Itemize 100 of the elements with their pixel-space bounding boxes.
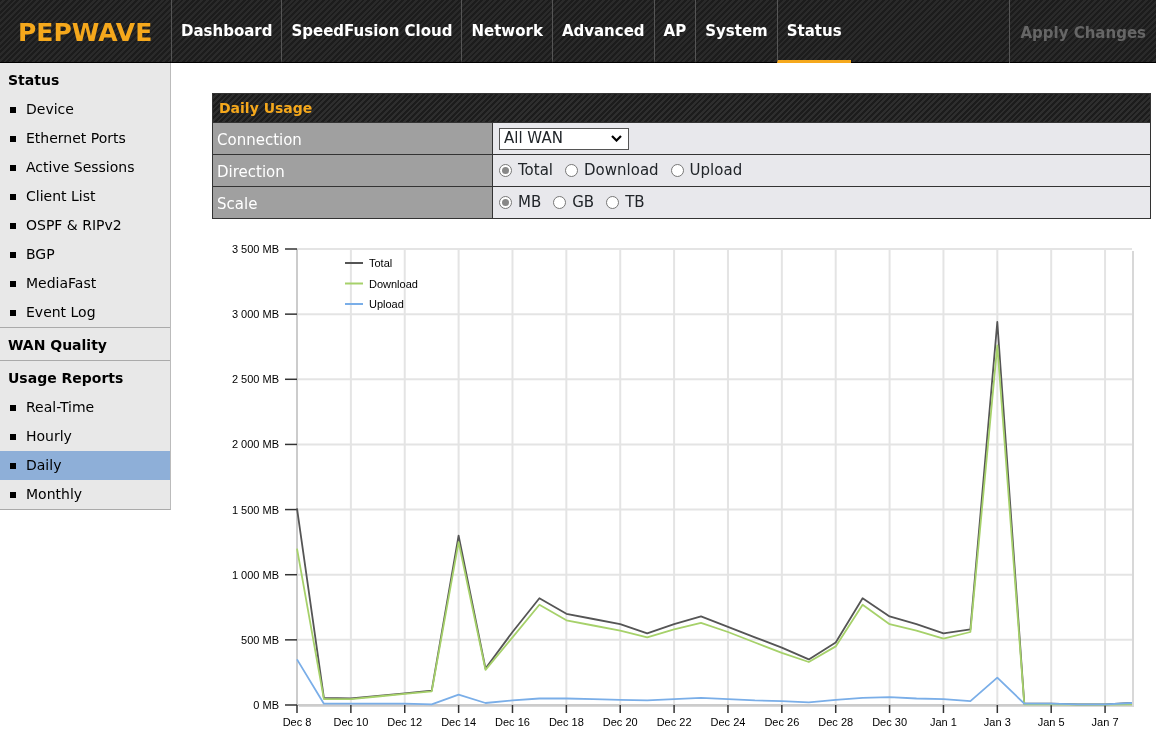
radio-button[interactable]: [499, 196, 512, 209]
x-tick: [834, 704, 837, 714]
y-axis-label: 1 500 MB: [231, 503, 279, 516]
y-axis-label: 2 500 MB: [231, 373, 279, 386]
radio-button[interactable]: [606, 196, 620, 209]
x-tick: [727, 704, 729, 714]
field-label: Connection: [213, 123, 493, 154]
radio-button[interactable]: [553, 196, 567, 209]
x-tick: [673, 704, 675, 714]
nav-tab[interactable]: SpeedFusion Cloud: [281, 0, 462, 63]
sidebar-item[interactable]: Device: [0, 95, 170, 124]
sidebar-heading[interactable]: Status: [0, 63, 170, 95]
x-axis-label: Jan 7: [1091, 716, 1119, 728]
bullet-icon: [10, 433, 16, 440]
x-axis-label: Dec 28: [818, 716, 854, 728]
panel-title: Daily Usage: [213, 94, 1150, 122]
x-tick: [350, 704, 352, 714]
bullet-icon: [10, 222, 16, 229]
radio-label: GB: [572, 192, 595, 214]
x-tick: [619, 704, 621, 714]
nav-tab[interactable]: Network: [461, 0, 552, 63]
x-axis-label: Dec 12: [387, 716, 423, 728]
sidebar-item[interactable]: Ethernet Ports: [0, 124, 170, 153]
x-axis-label: Dec 8: [282, 716, 312, 728]
sidebar-item[interactable]: Event Log: [0, 298, 170, 327]
y-tick: [284, 248, 298, 250]
nav-tab[interactable]: System: [695, 0, 777, 63]
x-axis-label: Jan 3: [983, 716, 1011, 728]
y-tick: [284, 639, 298, 641]
y-tick: [284, 573, 298, 576]
x-tick: [942, 704, 945, 714]
x-axis-label: Dec 24: [710, 716, 746, 728]
x-tick: [996, 704, 999, 714]
y-axis-label: 1 000 MB: [231, 568, 279, 581]
x-tick: [296, 704, 298, 714]
bullet-icon: [10, 491, 16, 498]
radio-label: MB: [518, 192, 542, 214]
field-label: Direction: [213, 155, 493, 186]
x-tick: [404, 704, 406, 714]
x-axis-label: Dec 18: [548, 716, 584, 728]
x-axis-label: Jan 1: [930, 716, 957, 728]
caret-icon: [611, 135, 622, 142]
sidebar-item[interactable]: BGP: [0, 240, 170, 269]
bullet-icon: [10, 462, 16, 469]
sidebar-item[interactable]: Daily: [0, 451, 170, 480]
x-tick: [565, 704, 568, 714]
sidebar-heading[interactable]: Usage Reports: [0, 360, 170, 393]
bullet-icon: [10, 193, 16, 200]
bullet-icon: [10, 106, 16, 113]
x-axis-label: Dec 10: [333, 716, 369, 728]
nav-tab[interactable]: Status: [776, 0, 851, 63]
legend-label: Upload: [369, 298, 404, 310]
nav-tab[interactable]: AP: [653, 0, 696, 63]
bullet-icon: [10, 251, 16, 258]
sidebar-item[interactable]: Hourly: [0, 422, 170, 451]
sidebar-item[interactable]: MediaFast: [0, 269, 170, 298]
x-tick: [1104, 704, 1106, 714]
bullet-icon: [10, 280, 16, 287]
x-tick: [457, 704, 460, 714]
x-axis-label: Dec 22: [656, 716, 692, 728]
radio-button[interactable]: [670, 164, 684, 177]
x-axis-label: Dec 16: [495, 716, 530, 728]
y-tick: [284, 443, 298, 446]
nav-tab[interactable]: Advanced: [551, 0, 654, 63]
x-tick: [888, 704, 891, 714]
connection-dropdown[interactable]: All WAN: [499, 127, 629, 150]
logo: PEPWAVE: [17, 17, 154, 49]
sidebar-item[interactable]: Client List: [0, 182, 170, 211]
sidebar-item[interactable]: Monthly: [0, 480, 170, 509]
x-tick: [1050, 704, 1052, 714]
radio-label: Total: [518, 160, 554, 182]
x-tick: [511, 704, 514, 714]
sidebar-heading[interactable]: WAN Quality: [0, 327, 170, 360]
sidebar-item[interactable]: Active Sessions: [0, 153, 170, 182]
radio-button[interactable]: [499, 164, 512, 177]
bullet-icon: [10, 309, 16, 316]
x-axis-label: Dec 20: [602, 716, 638, 728]
bullet-icon: [10, 404, 16, 411]
y-tick: [284, 508, 298, 511]
radio-label: TB: [625, 192, 645, 214]
sidebar-item[interactable]: Real-Time: [0, 393, 170, 422]
field-label: Scale: [213, 187, 493, 218]
y-tick: [284, 378, 298, 381]
y-tick: [284, 704, 298, 706]
y-axis-label: 3 500 MB: [231, 243, 279, 255]
bullet-icon: [10, 164, 16, 171]
y-axis-label: 500 MB: [241, 633, 279, 646]
x-axis-label: Dec 26: [764, 716, 800, 728]
radio-label: Download: [584, 160, 659, 182]
radio-label: Upload: [689, 160, 743, 182]
radio-button[interactable]: [565, 164, 579, 177]
x-axis-label: Jan 5: [1037, 716, 1065, 728]
bullet-icon: [10, 135, 16, 142]
y-axis-label: 3 000 MB: [231, 308, 279, 321]
nav-tab[interactable]: Dashboard: [171, 0, 282, 63]
y-axis-label: 2 000 MB: [231, 438, 279, 451]
legend-label: Download: [369, 277, 418, 290]
x-axis-label: Dec 14: [441, 716, 477, 728]
sidebar-item[interactable]: OSPF & RIPv2: [0, 211, 170, 240]
x-tick: [781, 704, 783, 714]
